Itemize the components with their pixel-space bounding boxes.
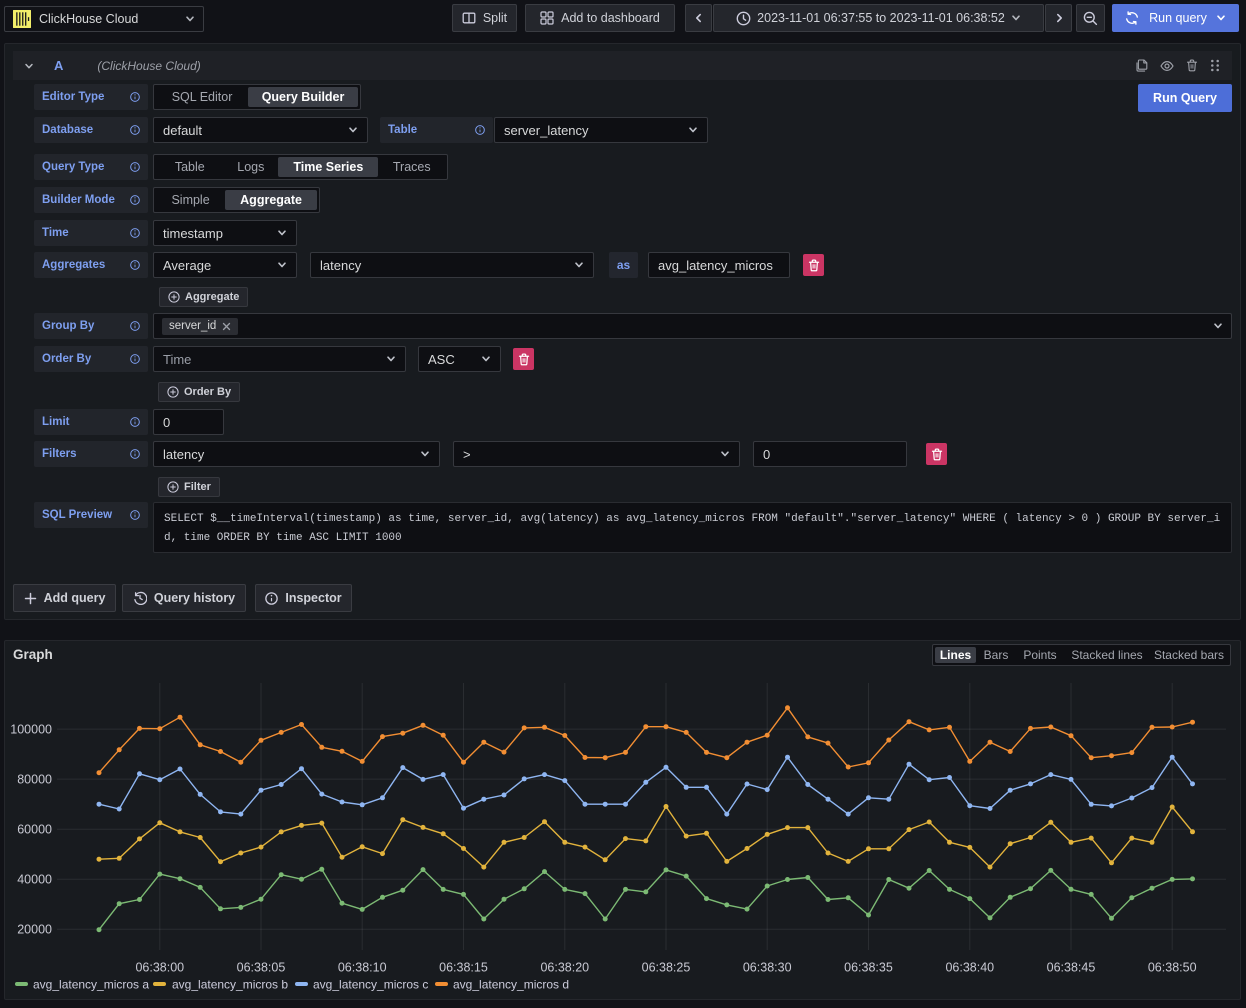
svg-text:06:38:00: 06:38:00 <box>135 961 184 975</box>
svg-text:06:38:15: 06:38:15 <box>439 961 488 975</box>
svg-text:100000: 100000 <box>10 722 52 736</box>
svg-text:06:38:50: 06:38:50 <box>1148 961 1197 975</box>
svg-text:80000: 80000 <box>17 772 52 786</box>
svg-text:avg_latency_micros b: avg_latency_micros b <box>172 978 288 992</box>
svg-text:avg_latency_micros d: avg_latency_micros d <box>453 978 569 992</box>
svg-text:06:38:05: 06:38:05 <box>237 961 286 975</box>
svg-text:06:38:20: 06:38:20 <box>540 961 589 975</box>
svg-text:avg_latency_micros c: avg_latency_micros c <box>313 978 428 992</box>
svg-text:40000: 40000 <box>17 872 52 886</box>
svg-text:60000: 60000 <box>17 822 52 836</box>
svg-text:06:38:40: 06:38:40 <box>945 961 994 975</box>
svg-text:06:38:25: 06:38:25 <box>642 961 691 975</box>
svg-text:20000: 20000 <box>17 923 52 937</box>
svg-text:06:38:35: 06:38:35 <box>844 961 893 975</box>
svg-text:avg_latency_micros a: avg_latency_micros a <box>33 978 149 992</box>
svg-text:06:38:30: 06:38:30 <box>743 961 792 975</box>
svg-text:06:38:10: 06:38:10 <box>338 961 387 975</box>
svg-text:06:38:45: 06:38:45 <box>1047 961 1096 975</box>
